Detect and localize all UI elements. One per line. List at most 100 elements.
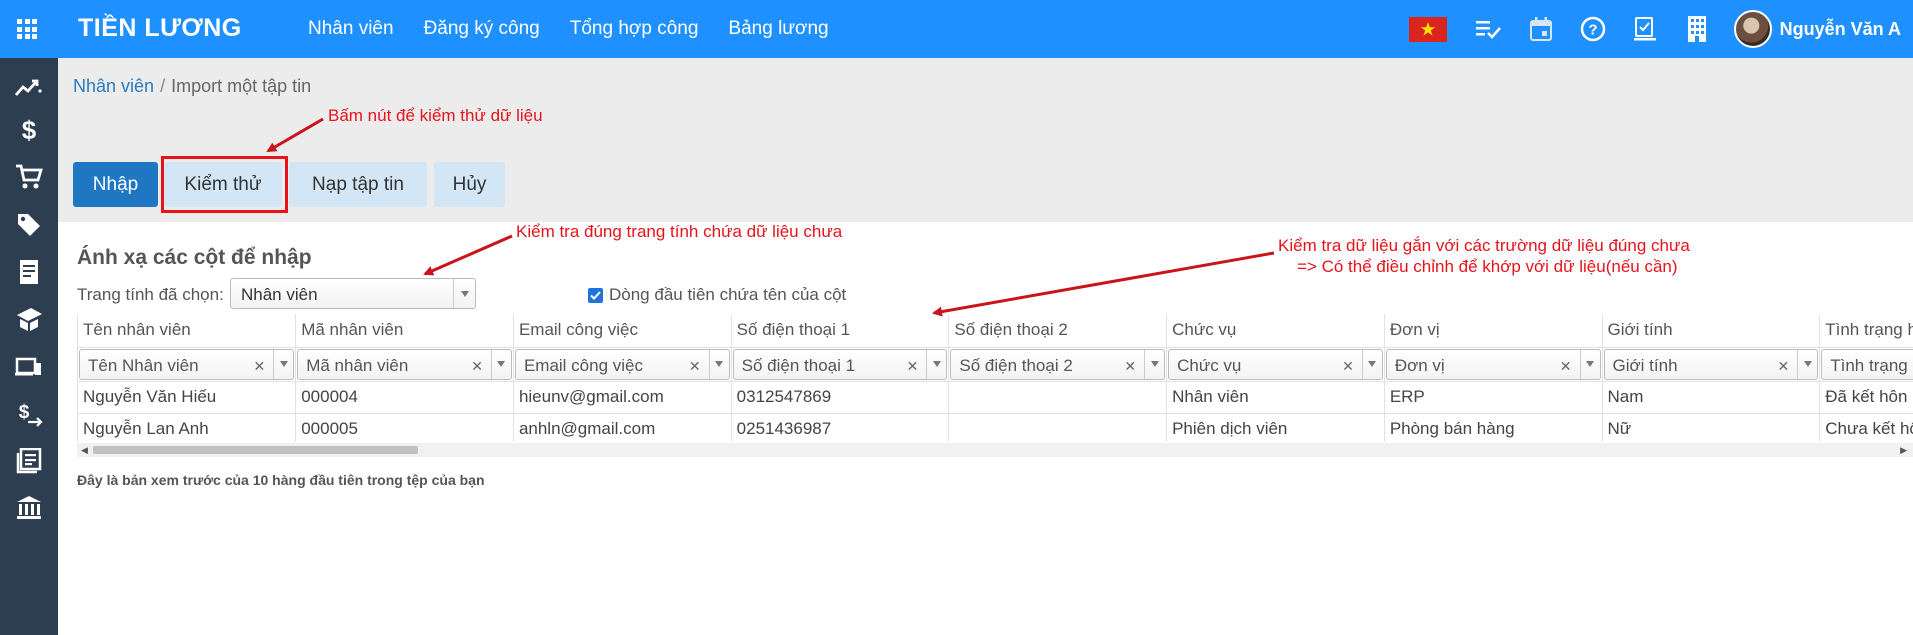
trending-icon[interactable] xyxy=(13,72,45,104)
table-cell: 0312547869 xyxy=(731,381,950,414)
column-header: Email công việc xyxy=(513,314,732,348)
table-cell: Đã kết hôn xyxy=(1819,381,1913,414)
scroll-right-arrow-icon[interactable]: ▶ xyxy=(1900,445,1907,456)
annotation-fields-line1: Kiểm tra dữ liệu gắn với các trường dữ l… xyxy=(1278,236,1690,255)
task-icon[interactable] xyxy=(1630,14,1660,44)
top-menu: Nhân viên Đăng ký công Tổng hợp công Bản… xyxy=(308,18,829,40)
annotation-sheet: Kiểm tra đúng trang tính chứa dữ liệu ch… xyxy=(516,222,843,241)
table-cell: Chưa kết hôn xyxy=(1819,413,1913,442)
top-right-icons: ? Nguyễn Văn A xyxy=(1408,10,1901,48)
sheet-select[interactable]: Nhân viên xyxy=(230,278,476,309)
column-header: Số điện thoại 1 xyxy=(731,314,950,348)
field-select[interactable]: Giới tính ✕ xyxy=(1603,348,1819,380)
chevron-down-icon[interactable] xyxy=(273,349,293,379)
table-cell: 0251436987 xyxy=(731,413,950,442)
help-icon[interactable]: ? xyxy=(1578,14,1608,44)
menu-item-payroll[interactable]: Bảng lương xyxy=(728,18,828,40)
field-select[interactable]: Email công việc ✕ xyxy=(514,348,730,380)
scrollbar-thumb[interactable] xyxy=(93,446,418,454)
dollar-icon[interactable]: $ xyxy=(13,114,45,146)
vietnam-flag-icon[interactable] xyxy=(1408,16,1447,42)
table-cell: ERP xyxy=(1384,381,1603,414)
field-select[interactable]: Tình trạng hôn nhân✕ xyxy=(1821,348,1913,380)
menu-item-attendance-register[interactable]: Đăng ký công xyxy=(424,18,540,40)
column-header: Đơn vị xyxy=(1384,314,1603,348)
annotation-test-button: Bấm nút để kiểm thử dữ liệu xyxy=(328,106,543,125)
chevron-down-icon[interactable] xyxy=(1797,349,1817,379)
clear-icon[interactable]: ✕ xyxy=(471,358,483,375)
money-exchange-icon[interactable]: $ xyxy=(13,398,45,430)
breadcrumb-separator: / xyxy=(160,76,166,96)
table-cell: Phòng bán hàng xyxy=(1384,413,1603,442)
import-button[interactable]: Nhập xyxy=(73,162,158,207)
company-building-icon[interactable] xyxy=(1682,14,1712,44)
column-header: Tên nhân viên xyxy=(78,314,297,348)
mapping-panel: Ánh xạ các cột để nhập Trang tính đã chọ… xyxy=(58,222,1913,635)
avatar[interactable] xyxy=(1733,10,1772,48)
chevron-down-icon[interactable] xyxy=(1144,349,1164,379)
svg-text:$: $ xyxy=(22,116,37,144)
table-cell: Nữ xyxy=(1602,413,1821,442)
cancel-button[interactable]: Hủy xyxy=(434,162,505,207)
header-row: Tên nhân viên Mã nhân viên Email công vi… xyxy=(78,314,1913,348)
field-select[interactable]: Mã nhân viên ✕ xyxy=(297,348,512,380)
svg-text:?: ? xyxy=(1588,22,1597,39)
mapping-title: Ánh xạ các cột để nhập xyxy=(77,246,312,269)
school-icon[interactable] xyxy=(13,303,45,335)
chevron-down-icon[interactable] xyxy=(1361,349,1382,379)
table-cell: 000005 xyxy=(295,413,514,442)
apps-grid-icon[interactable] xyxy=(17,19,37,39)
column-header: Tình trạng hôn nhân xyxy=(1819,314,1913,348)
breadcrumb: Nhân viên / Import một tập tin xyxy=(73,76,311,97)
calendar-icon[interactable] xyxy=(1526,14,1556,44)
cart-icon[interactable] xyxy=(13,161,45,193)
field-select[interactable]: Số điện thoại 1 ✕ xyxy=(732,348,948,380)
clear-icon[interactable]: ✕ xyxy=(1124,358,1136,375)
horizontal-scrollbar[interactable]: ◀ ▶ xyxy=(77,443,1913,457)
receipt-icon[interactable] xyxy=(13,256,45,288)
user-name[interactable]: Nguyễn Văn A xyxy=(1780,19,1901,40)
table-row: Nguyễn Lan Anh 000005 anhln@gmail.com 02… xyxy=(78,413,1913,442)
chevron-down-icon[interactable] xyxy=(1579,349,1600,379)
scroll-left-arrow-icon[interactable]: ◀ xyxy=(81,445,88,456)
main-content: Nhân viên / Import một tập tin Nhập Kiểm t… xyxy=(58,58,1913,635)
table-cell: Nguyễn Văn Hiếu xyxy=(78,381,297,414)
news-icon[interactable] xyxy=(13,445,45,477)
header-row-option: Dòng đầu tiên chứa tên của cột xyxy=(588,285,846,305)
breadcrumb-parent-link[interactable]: Nhân viên xyxy=(73,76,154,96)
clear-icon[interactable]: ✕ xyxy=(907,358,919,375)
field-select[interactable]: Tên Nhân viên ✕ xyxy=(79,348,295,380)
column-header: Chức vụ xyxy=(1166,314,1385,348)
breadcrumb-current: Import một tập tin xyxy=(171,76,312,96)
table-cell: Phiên dịch viên xyxy=(1166,413,1385,442)
sheet-select-value: Nhân viên xyxy=(241,285,318,304)
sheet-label: Trang tính đã chọn: xyxy=(77,285,224,304)
clear-icon[interactable]: ✕ xyxy=(689,358,701,375)
field-select[interactable]: Chức vụ ✕ xyxy=(1168,348,1383,380)
header-row-checkbox[interactable] xyxy=(588,287,603,303)
table-cell: Nam xyxy=(1602,381,1821,414)
table-cell: anhln@gmail.com xyxy=(513,413,732,442)
menu-item-attendance-summary[interactable]: Tổng hợp công xyxy=(570,18,699,40)
preview-note: Đây là bản xem trước của 10 hàng đầu tiê… xyxy=(77,472,485,488)
table-cell: 000004 xyxy=(295,381,514,414)
menu-item-employees[interactable]: Nhân viên xyxy=(308,18,394,40)
bank-icon[interactable] xyxy=(13,492,45,524)
chevron-down-icon[interactable] xyxy=(926,349,946,379)
clear-icon[interactable]: ✕ xyxy=(1560,358,1572,375)
clear-icon[interactable]: ✕ xyxy=(1342,358,1354,375)
checklist-icon[interactable] xyxy=(1474,14,1504,44)
tag-icon[interactable] xyxy=(13,209,45,241)
table-row: Nguyễn Văn Hiếu 000004 hieunv@gmail.com … xyxy=(78,381,1913,414)
field-select[interactable]: Đơn vị ✕ xyxy=(1385,348,1601,380)
devices-icon[interactable] xyxy=(13,351,45,383)
header-row-checkbox-label: Dòng đầu tiên chứa tên của cột xyxy=(609,285,847,304)
sidebar: $ $ xyxy=(0,58,58,635)
load-file-button[interactable]: Nạp tập tin xyxy=(289,162,427,207)
chevron-down-icon[interactable] xyxy=(708,349,729,379)
field-select[interactable]: Số điện thoại 2 ✕ xyxy=(950,348,1166,380)
clear-icon[interactable]: ✕ xyxy=(253,358,265,375)
clear-icon[interactable]: ✕ xyxy=(1778,358,1790,375)
chevron-down-icon[interactable] xyxy=(490,349,511,379)
column-header: Số điện thoại 2 xyxy=(948,314,1168,348)
